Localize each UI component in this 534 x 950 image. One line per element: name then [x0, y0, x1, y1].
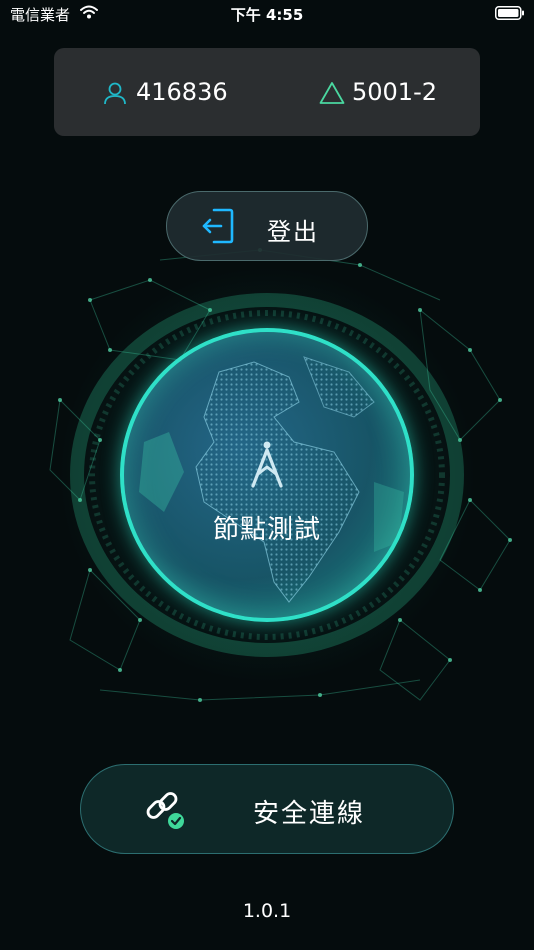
triangle-icon: [319, 82, 345, 104]
link-check-icon: [146, 792, 184, 829]
node-test-label: 節點測試: [212, 515, 321, 545]
user-icon: [104, 82, 126, 105]
secure-connect-label: 安全連線: [253, 799, 366, 829]
logout-icon: [202, 208, 234, 244]
status-time: 下午 4:55: [230, 6, 304, 24]
logout-button[interactable]: 登出: [166, 191, 368, 261]
status-bar: 電信業者 下午 4:55: [0, 0, 534, 28]
battery-icon: [495, 6, 524, 20]
antenna-icon: [251, 441, 283, 488]
account-info-card: 416836 5001-2: [54, 48, 480, 136]
logout-label: 登出: [267, 218, 319, 246]
node-test-button[interactable]: 節點測試: [120, 328, 414, 622]
node-id: 5001-2: [352, 78, 438, 106]
user-id: 416836: [136, 78, 228, 106]
app-version: 1.0.1: [242, 900, 292, 922]
secure-connect-button[interactable]: 安全連線: [80, 764, 454, 854]
